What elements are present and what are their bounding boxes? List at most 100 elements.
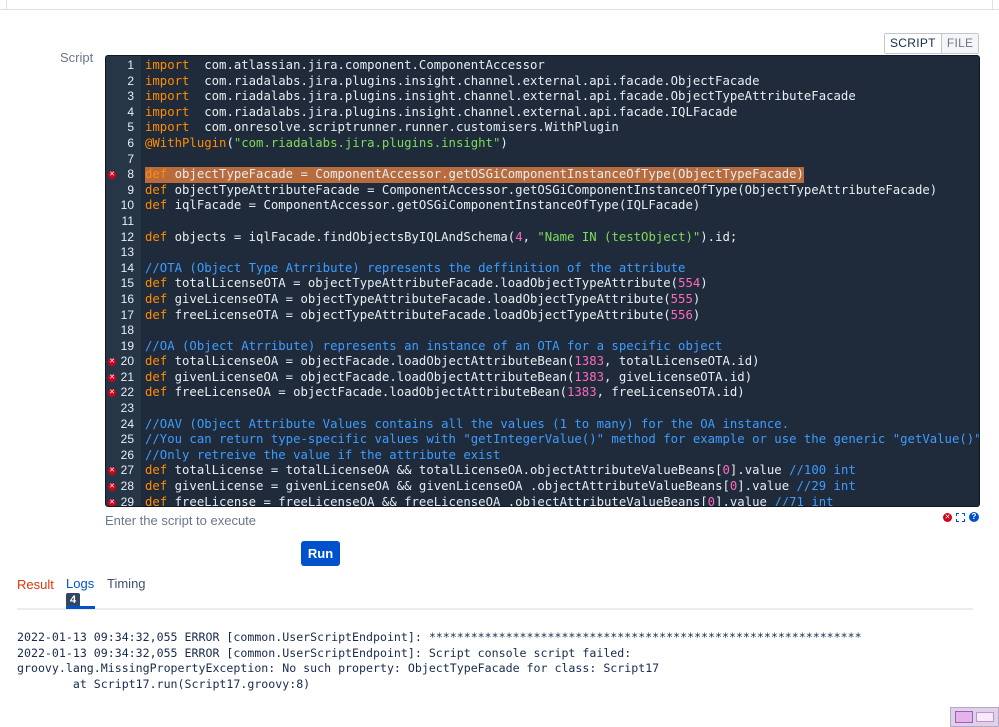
- log-line: 2022-01-13 09:34:32,055 ERROR [common.Us…: [17, 645, 632, 660]
- code-token: //You can return type-specific values wi…: [145, 432, 980, 447]
- code-line[interactable]: 6 @WithPlugin("com.riadalabs.jira.plugins…: [106, 136, 979, 152]
- log-line: 2022-01-13 09:34:32,055 ERROR [common.Us…: [17, 630, 862, 644]
- code-line[interactable]: ✕ 29 def freeLicense = freeLicenseOA && fr…: [106, 494, 979, 507]
- code-token: def: [145, 291, 168, 306]
- code-line[interactable]: ✕ 8 def objectTypeFacade = ComponentAccess…: [106, 167, 979, 183]
- mode-toggle: SCRIPT FILE: [884, 33, 980, 54]
- thumbnail-pane: [976, 712, 994, 722]
- code-line[interactable]: 10 def iqlFacade = ComponentAccessor.getO…: [106, 198, 979, 214]
- script-hint: Enter the script to execute: [105, 513, 257, 528]
- code-line[interactable]: 3 import com.riadalabs.jira.plugins.insig…: [106, 89, 979, 105]
- output-tabs: Result Logs 4 Timing: [17, 575, 973, 610]
- code-token: objectTypeFacade = ComponentAccessor.get…: [167, 167, 804, 182]
- code-token: def: [145, 369, 168, 384]
- code-token: ): [500, 135, 508, 150]
- line-number: 21: [120, 369, 134, 384]
- line-number: 12: [120, 229, 134, 244]
- code-line[interactable]: 25 //You can return type-specific values …: [106, 432, 980, 448]
- line-number: 13: [120, 245, 134, 260]
- code-token: com.atlassian.jira.component.ComponentAc…: [189, 58, 545, 72]
- line-number: 7: [127, 151, 134, 166]
- code-text: //OA (Object Atrribute) represents an in…: [145, 339, 722, 355]
- code-token: //71 int: [774, 494, 834, 507]
- code-text: import com.onresolve.scriptrunner.runner…: [145, 120, 619, 136]
- code-line[interactable]: 9 def objectTypeAttributeFacade = Compone…: [106, 182, 979, 199]
- code-line[interactable]: 26 //Only retreive the value if the attri…: [106, 448, 979, 464]
- code-token: 554: [678, 276, 701, 291]
- code-token: giveLicenseOTA = objectTypeAttributeFaca…: [167, 291, 671, 306]
- code-line[interactable]: ✕ 20 def totalLicenseOA = objectFacade.loa…: [106, 354, 979, 370]
- code-text: @WithPlugin("com.riadalabs.jira.plugins.…: [145, 136, 508, 152]
- log-line: at Script17.run(Script17.groovy:8): [17, 676, 311, 691]
- code-line[interactable]: 11: [106, 213, 979, 230]
- code-line[interactable]: 12 def objects = iqlFacade.findObjectsByI…: [106, 229, 979, 246]
- code-line[interactable]: 5 import com.onresolve.scriptrunner.runne…: [106, 120, 979, 136]
- code-text: def freeLicense = freeLicenseOA && freeL…: [145, 494, 834, 507]
- code-token: def: [145, 182, 168, 197]
- code-text: import com.riadalabs.jira.plugins.insigh…: [145, 74, 759, 90]
- expand-icon[interactable]: [956, 512, 965, 522]
- line-number: 23: [120, 401, 134, 416]
- code-line[interactable]: ✕ 27 def totalLicense = totalLicenseOA && …: [106, 463, 979, 479]
- code-token: com.riadalabs.jira.plugins.insight.chann…: [189, 73, 760, 88]
- code-token: def: [145, 385, 168, 400]
- code-line[interactable]: 14 //OTA (Object Type Atrribute) represen…: [106, 261, 979, 277]
- code-token: //29 int: [796, 479, 856, 494]
- code-token: 0: [707, 494, 716, 507]
- code-line[interactable]: 13: [106, 245, 979, 261]
- code-line[interactable]: 2 import com.riadalabs.jira.plugins.insig…: [106, 73, 979, 90]
- run-button[interactable]: Run: [301, 541, 340, 566]
- code-token: ): [692, 291, 701, 306]
- code-token: def: [145, 276, 168, 291]
- code-line[interactable]: ✕ 21 def givenLicenseOA = objectFacade.loa…: [106, 369, 979, 386]
- code-editor[interactable]: 1 import com.atlassian.jira.component.Com…: [105, 55, 980, 507]
- code-token: , freeLicenseOTA.id): [596, 385, 745, 400]
- code-token: def: [145, 307, 168, 322]
- line-number: 17: [120, 307, 134, 322]
- code-line[interactable]: 24 //OAV (Object Attribute Values contain…: [106, 416, 979, 433]
- code-token: 4: [515, 229, 523, 244]
- code-token: ].value: [715, 494, 775, 507]
- top-frame: [0, 0, 999, 10]
- code-line[interactable]: 16 def giveLicenseOTA = objectTypeAttribu…: [106, 291, 979, 308]
- code-text: def freeLicenseOA = objectFacade.loadObj…: [145, 385, 745, 401]
- code-token: totalLicense = totalLicenseOA && totalLi…: [167, 463, 723, 478]
- code-line[interactable]: 7: [106, 151, 979, 168]
- error-count-icon[interactable]: ✕: [943, 512, 952, 522]
- code-line[interactable]: 18: [106, 323, 979, 339]
- code-line[interactable]: 19 //OA (Object Atrribute) represents an …: [106, 338, 979, 355]
- window-thumbnail[interactable]: [950, 707, 999, 727]
- line-number: 19: [120, 338, 134, 353]
- script-label: Script: [60, 50, 94, 65]
- code-text: def giveLicenseOTA = objectTypeAttribute…: [145, 292, 700, 308]
- code-token: def: [145, 229, 168, 244]
- line-number: 3: [127, 89, 134, 104]
- code-line[interactable]: 15 def totalLicenseOTA = objectTypeAttrib…: [106, 276, 979, 292]
- code-token: iqlFacade = ComponentAccessor.getOSGiCom…: [167, 198, 701, 213]
- code-line[interactable]: 4 import com.riadalabs.jira.plugins.insig…: [106, 105, 979, 121]
- code-text: def iqlFacade = ComponentAccessor.getOSG…: [145, 198, 700, 214]
- code-token: , totalLicenseOTA.id): [604, 354, 760, 369]
- line-number: 2: [127, 73, 134, 88]
- line-number: 10: [120, 198, 134, 213]
- line-number: 11: [121, 213, 134, 228]
- help-icon[interactable]: ?: [969, 512, 979, 522]
- tab-timing[interactable]: Timing: [107, 576, 146, 591]
- tab-result[interactable]: Result: [17, 577, 54, 592]
- code-line[interactable]: ✕ 22 def freeLicenseOA = objectFacade.load…: [106, 385, 979, 401]
- script-mode-button[interactable]: SCRIPT: [885, 34, 942, 53]
- tab-logs[interactable]: Logs 4: [66, 576, 94, 607]
- line-number: 5: [127, 120, 134, 135]
- code-line[interactable]: 23: [106, 401, 979, 417]
- log-output: 2022-01-13 09:34:32,055 ERROR [common.Us…: [17, 630, 999, 692]
- code-token: @WithPlugin: [145, 135, 227, 150]
- file-mode-button[interactable]: FILE: [941, 34, 979, 53]
- code-token: freeLicenseOTA = objectTypeAttributeFaca…: [167, 307, 671, 322]
- code-line[interactable]: 17 def freeLicenseOTA = objectTypeAttribu…: [106, 307, 979, 324]
- code-line[interactable]: ✕ 28 def givenLicense = givenLicenseOA && …: [106, 479, 979, 495]
- code-token: //100 int: [789, 463, 856, 478]
- code-token: //OAV (Object Attribute Values contains …: [145, 416, 790, 431]
- code-token: ,: [522, 229, 538, 244]
- line-number: 16: [120, 291, 134, 306]
- code-line[interactable]: 1 import com.atlassian.jira.component.Com…: [106, 58, 979, 74]
